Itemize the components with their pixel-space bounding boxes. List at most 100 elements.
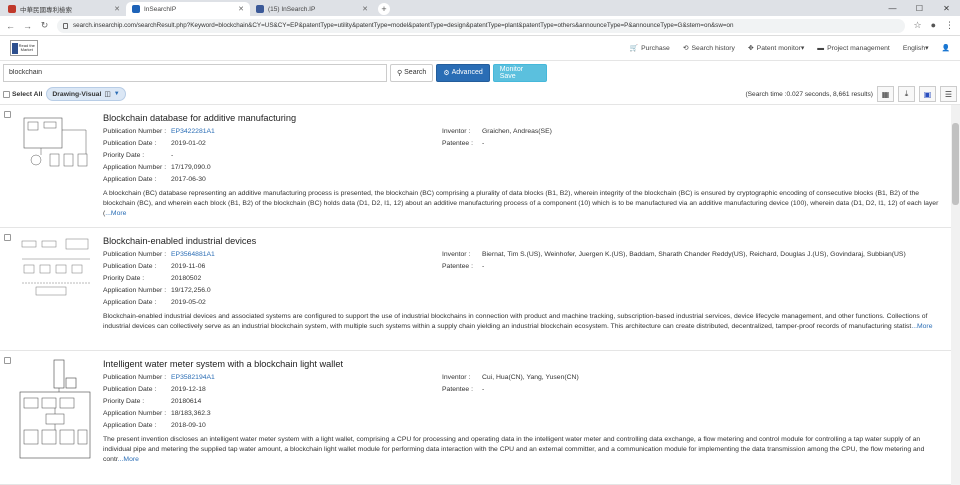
select-all-label: Select All	[12, 90, 43, 98]
more-link[interactable]: ...More	[118, 456, 139, 463]
results-scrollbar[interactable]	[951, 105, 960, 485]
tab-title: 中華民國專利檢索	[20, 7, 72, 14]
inventor-label: Inventor :	[442, 128, 471, 135]
nav-patent-monitor[interactable]: ✥ Patent monitor▾	[748, 44, 804, 52]
nav-user[interactable]: 👤	[942, 44, 950, 52]
list-view-icon: ☰	[944, 89, 953, 99]
abstract-text: Blockchain-enabled industrial devices an…	[103, 313, 928, 331]
app-date-value: 2018-09-10	[171, 422, 206, 430]
results-list: Blockchain database for additive manufac…	[0, 105, 960, 485]
columns-icon: ◫	[104, 91, 111, 98]
app-date-label: Application Date :	[103, 299, 157, 307]
inventor-value: Biernat, Tim S.(US), Weinhofer, Juergen …	[482, 251, 906, 258]
drawing-visual-label: Drawing-Visual	[52, 90, 102, 98]
more-link[interactable]: ...More	[105, 210, 126, 217]
result-checkbox[interactable]	[4, 234, 11, 241]
patentee-value: -	[482, 386, 485, 394]
nav-search-history[interactable]: ⟲ Search history	[683, 44, 735, 53]
drawing-visual-toggle[interactable]: Drawing-Visual ◫ ▼	[46, 87, 126, 101]
pub-number-link[interactable]: EP3582194A1	[171, 374, 215, 386]
pub-number-label: Publication Number :	[103, 251, 167, 258]
close-icon[interactable]: ✕	[238, 5, 244, 13]
result-abstract: The present invention discloses an intel…	[103, 434, 946, 464]
maximize-icon[interactable]: ☐	[906, 0, 933, 16]
result-item: Blockchain-enabled industrial devices Pu…	[0, 228, 960, 351]
search-icon: ⚲	[397, 69, 403, 77]
pub-number-link[interactable]: EP3564881A1	[171, 251, 215, 263]
search-button[interactable]: ⚲ Search	[390, 63, 434, 82]
priority-date-value: 20180502	[171, 275, 202, 283]
search-stats: (Search time :0.027 seconds, 8,661 resul…	[745, 90, 873, 98]
result-meta: Publication Number : EP3564881A1 Publicat…	[103, 251, 946, 311]
download-button[interactable]: ⤓	[898, 86, 915, 102]
priority-date-value: 20180614	[171, 398, 202, 406]
result-item: Blockchain database for additive manufac…	[0, 105, 960, 228]
url-field[interactable]: search.insearchip.com/searchResult.php?K…	[57, 18, 906, 33]
result-item: Intelligent water meter system with a bl…	[0, 351, 960, 485]
select-all-checkbox[interactable]	[3, 90, 10, 98]
grid-view-button[interactable]: ▣	[919, 86, 936, 102]
close-icon[interactable]: ✕	[114, 5, 120, 13]
minimize-icon[interactable]: —	[879, 0, 906, 16]
more-link[interactable]: ...More	[911, 323, 932, 330]
result-checkbox[interactable]	[4, 357, 11, 364]
chart-icon: ▦	[881, 89, 890, 99]
star-icon[interactable]: ☆	[913, 20, 921, 31]
grid-view-icon: ▣	[923, 89, 932, 99]
window-controls: — ☐ ✕	[879, 0, 960, 16]
result-title[interactable]: Intelligent water meter system with a bl…	[103, 351, 946, 374]
patent-drawing-thumbnail[interactable]	[16, 233, 96, 303]
new-tab-button[interactable]: +	[378, 3, 390, 15]
reload-icon[interactable]: ↻	[40, 20, 49, 31]
list-view-button[interactable]: ☰	[940, 86, 957, 102]
advanced-button[interactable]: ⚙ Advanced	[436, 63, 490, 82]
result-title[interactable]: Blockchain database for additive manufac…	[103, 105, 946, 128]
forward-icon[interactable]: →	[23, 21, 32, 31]
scrollbar-thumb[interactable]	[952, 123, 959, 205]
browser-tab-1[interactable]: InSearchIP ✕	[126, 2, 250, 16]
app-date-value: 2017-06-30	[171, 176, 206, 184]
patent-drawing-thumbnail[interactable]	[16, 356, 96, 466]
browser-tab-0[interactable]: 中華民國專利檢索 ✕	[2, 2, 126, 16]
monitor-save-button[interactable]: Monitor Save	[492, 63, 547, 82]
advanced-button-label: Advanced	[451, 69, 483, 76]
nav-purchase[interactable]: 🛒 Purchase	[630, 44, 670, 53]
nav-language[interactable]: English▾	[903, 44, 929, 52]
pub-date-value: 2019-01-02	[171, 140, 206, 148]
site-logo[interactable]: Read the Market	[10, 40, 38, 56]
nav-project-management[interactable]: ▬ Project management	[817, 45, 890, 52]
result-title[interactable]: Blockchain-enabled industrial devices	[103, 228, 946, 251]
url-text: search.insearchip.com/searchResult.php?K…	[73, 22, 734, 29]
priority-date-label: Priority Date :	[103, 275, 145, 283]
account-icon[interactable]: ●	[931, 20, 936, 31]
download-icon: ⤓	[904, 89, 909, 98]
top-nav: 🛒 Purchase ⟲ Search history ✥ Patent mon…	[630, 44, 950, 53]
nav-label: Project management	[827, 44, 890, 52]
inventor-value: Graichen, Andreas(SE)	[482, 128, 552, 135]
nav-label: English▾	[902, 45, 929, 52]
chevron-down-icon: ▼	[113, 91, 120, 97]
tab-title: InSearchIP	[144, 5, 177, 13]
back-icon[interactable]: ←	[6, 21, 15, 31]
search-input[interactable]	[3, 63, 387, 82]
patentee-value: -	[482, 263, 485, 271]
app-date-label: Application Date :	[103, 176, 157, 184]
select-all[interactable]: Select All	[3, 90, 43, 98]
patent-drawing-thumbnail[interactable]	[16, 110, 96, 180]
menu-icon[interactable]: ⋮	[945, 20, 954, 31]
result-meta: Publication Number : EP3582194A1 Publicat…	[103, 374, 946, 434]
analysis-chart-button[interactable]: ▦	[877, 86, 894, 102]
app-number-value: 17/179,090.0	[171, 164, 211, 172]
pub-number-label: Publication Number :	[103, 128, 167, 135]
monitor-icon: ✥	[747, 45, 754, 52]
result-checkbox[interactable]	[4, 111, 11, 118]
site-header: Read the Market 🛒 Purchase ⟲ Search hist…	[0, 36, 960, 61]
pub-number-link[interactable]: EP3422281A1	[171, 128, 215, 140]
patentee-value: -	[482, 140, 485, 148]
browser-tab-2[interactable]: (15) InSearch.IP ✕	[250, 2, 374, 16]
close-window-icon[interactable]: ✕	[933, 0, 960, 16]
search-row: ⚲ Search ⚙ Advanced Monitor Save	[0, 61, 960, 84]
close-icon[interactable]: ✕	[362, 5, 368, 13]
app-number-label: Application Number :	[103, 164, 167, 172]
patentee-label: Patentee :	[442, 386, 473, 394]
